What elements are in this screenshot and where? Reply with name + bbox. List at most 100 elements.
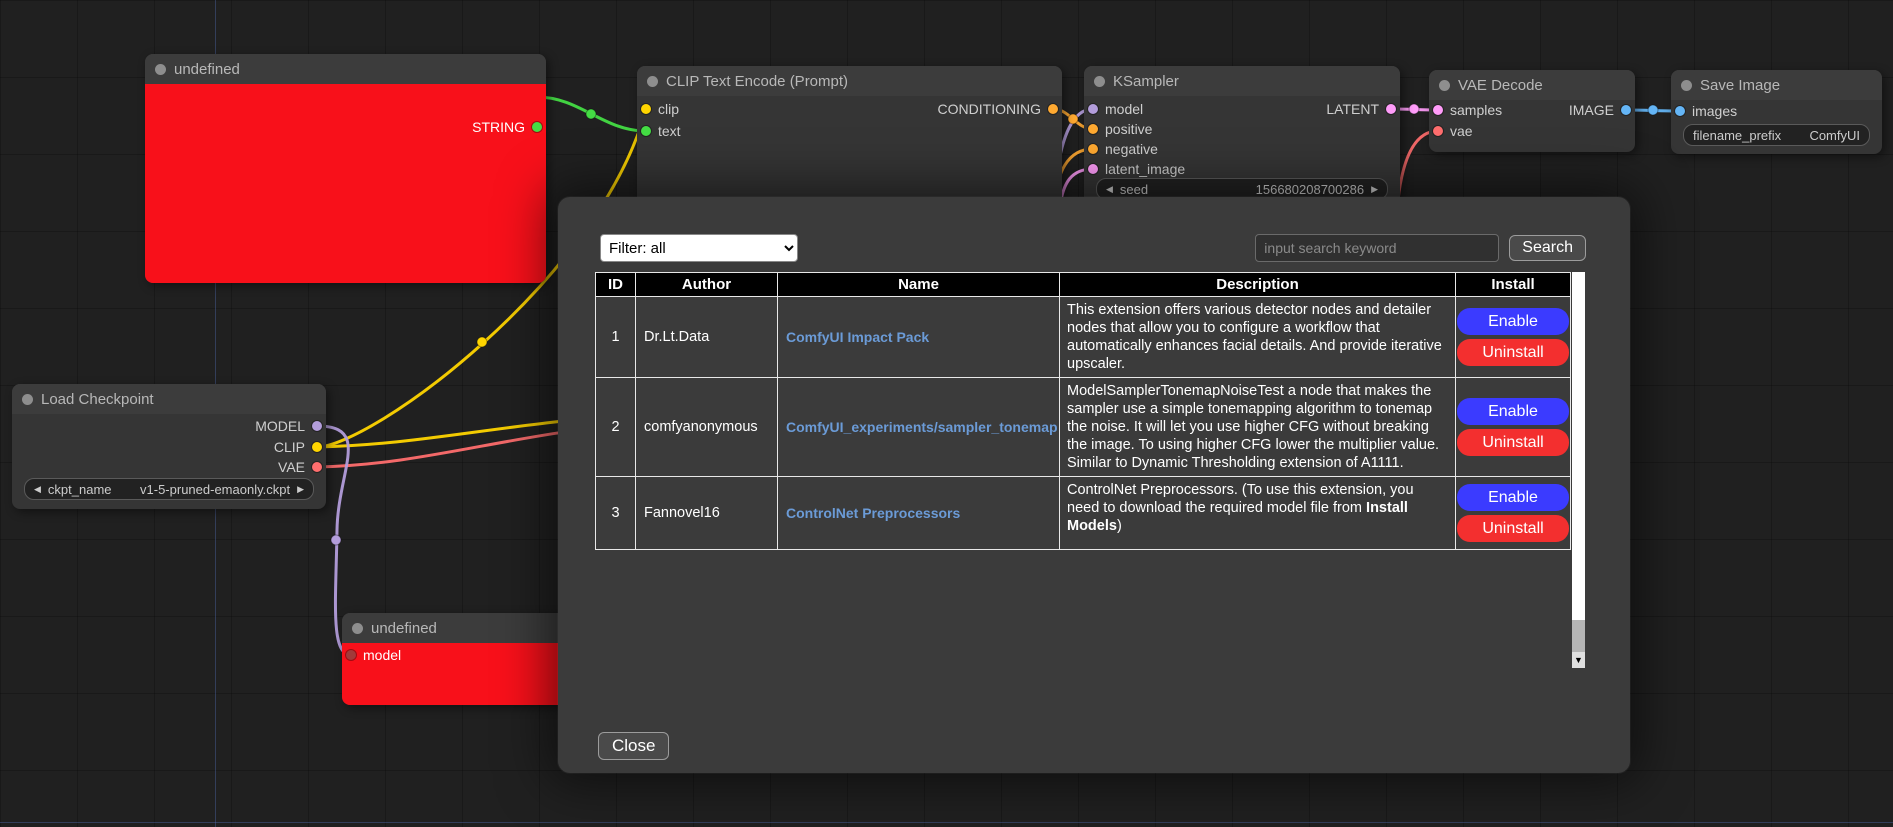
manager-dialog: Filter: all Search IDAuthorNameDescripti… <box>558 197 1630 773</box>
cell-description: ControlNet Preprocessors. (To use this e… <box>1060 477 1456 550</box>
node-title-bar[interactable]: Save Image <box>1671 70 1882 100</box>
cell-description: ModelSamplerTonemapNoiseTest a node that… <box>1060 378 1456 477</box>
cell-description: This extension offers various detector n… <box>1060 297 1456 378</box>
cell-name: ComfyUI_experiments/sampler_tonemap <box>778 378 1060 477</box>
collapse-dot-icon[interactable] <box>155 64 166 75</box>
collapse-dot-icon[interactable] <box>1094 76 1105 87</box>
collapse-dot-icon[interactable] <box>647 76 658 87</box>
scrollbar-thumb[interactable] <box>1572 272 1585 620</box>
uninstall-button[interactable]: Uninstall <box>1457 429 1569 456</box>
node-undefined-top[interactable]: undefined STRING <box>145 54 546 283</box>
extension-list-scroll[interactable]: IDAuthorNameDescriptionInstall 1Dr.Lt.Da… <box>595 272 1585 668</box>
cell-author: comfyanonymous <box>636 378 778 477</box>
output-dot-model[interactable] <box>312 421 322 431</box>
collapse-dot-icon[interactable] <box>352 623 363 634</box>
scrollbar[interactable]: ▼ <box>1572 272 1585 668</box>
scroll-down-arrow-icon[interactable]: ▼ <box>1572 652 1585 668</box>
filter-select[interactable]: Filter: all <box>600 234 798 262</box>
link-dot-clip[interactable] <box>477 337 487 347</box>
node-title-bar[interactable]: KSampler <box>1084 66 1400 96</box>
prev-arrow-icon[interactable]: ◀ <box>34 479 41 499</box>
input-label-model: model <box>363 647 401 663</box>
collapse-dot-icon[interactable] <box>1681 80 1692 91</box>
search-button[interactable]: Search <box>1509 235 1586 261</box>
link-dot-image[interactable] <box>1648 105 1658 115</box>
output-dot-string[interactable] <box>532 122 542 132</box>
node-title: VAE Decode <box>1458 77 1543 94</box>
node-title: Load Checkpoint <box>41 391 154 408</box>
input-dot-text[interactable] <box>641 126 651 136</box>
input-label-negative: negative <box>1105 141 1158 157</box>
node-title: Save Image <box>1700 77 1780 94</box>
cell-install: Enable Uninstall <box>1456 477 1571 550</box>
output-dot-conditioning[interactable] <box>1048 104 1058 114</box>
extension-table: IDAuthorNameDescriptionInstall 1Dr.Lt.Da… <box>595 272 1571 550</box>
column-header: Name <box>778 273 1060 297</box>
node-load-checkpoint[interactable]: Load Checkpoint MODEL CLIP VAE ◀ ckpt_na… <box>12 384 326 509</box>
decrement-arrow-icon[interactable]: ◀ <box>1106 179 1113 199</box>
extension-table-body: 1Dr.Lt.DataComfyUI Impact PackThis exten… <box>596 297 1571 550</box>
input-dot-positive[interactable] <box>1088 124 1098 134</box>
node-title-bar[interactable]: undefined <box>145 54 546 84</box>
enable-button[interactable]: Enable <box>1457 484 1569 511</box>
enable-button[interactable]: Enable <box>1457 308 1569 335</box>
extension-link[interactable]: ControlNet Preprocessors <box>786 505 960 521</box>
ckpt-name-widget[interactable]: ◀ ckpt_name v1-5-pruned-emaonly.ckpt ▶ <box>24 478 314 500</box>
output-label-latent: LATENT <box>1326 101 1379 117</box>
input-dot-images[interactable] <box>1675 106 1685 116</box>
search-input[interactable] <box>1255 234 1499 262</box>
output-label-string: STRING <box>472 119 525 135</box>
output-dot-clip[interactable] <box>312 442 322 452</box>
cell-author: Fannovel16 <box>636 477 778 550</box>
link-dot-latent[interactable] <box>1409 104 1419 114</box>
node-title-bar[interactable]: CLIP Text Encode (Prompt) <box>637 66 1062 96</box>
close-button[interactable]: Close <box>598 732 669 760</box>
cell-install: Enable Uninstall <box>1456 378 1571 477</box>
collapse-dot-icon[interactable] <box>22 394 33 405</box>
column-header: Description <box>1060 273 1456 297</box>
extension-link[interactable]: ComfyUI Impact Pack <box>786 329 929 345</box>
node-save-image[interactable]: Save Image images filename_prefix ComfyU… <box>1671 70 1882 154</box>
output-dot-image[interactable] <box>1621 105 1631 115</box>
extension-row: 2comfyanonymous ComfyUI_experiments/sampl… <box>596 378 1571 477</box>
input-dot-negative[interactable] <box>1088 144 1098 154</box>
node-title-bar[interactable]: Load Checkpoint <box>12 384 326 414</box>
enable-button[interactable]: Enable <box>1457 398 1569 425</box>
input-label-images: images <box>1692 103 1737 119</box>
increment-arrow-icon[interactable]: ▶ <box>1371 179 1378 199</box>
node-title: undefined <box>371 620 437 637</box>
input-label-vae: vae <box>1450 123 1473 139</box>
output-dot-latent[interactable] <box>1386 104 1396 114</box>
ckpt-name-label: ckpt_name <box>48 482 112 497</box>
cell-author: Dr.Lt.Data <box>636 297 778 378</box>
next-arrow-icon[interactable]: ▶ <box>297 479 304 499</box>
node-ksampler[interactable]: KSampler model positive negative latent_… <box>1084 66 1400 212</box>
link-dot-model[interactable] <box>331 535 341 545</box>
extension-row: 1Dr.Lt.DataComfyUI Impact PackThis exten… <box>596 297 1571 378</box>
output-dot-vae[interactable] <box>312 462 322 472</box>
cell-id: 2 <box>596 378 636 477</box>
collapse-dot-icon[interactable] <box>1439 80 1450 91</box>
input-dot-vae[interactable] <box>1433 126 1443 136</box>
cell-install: Enable Uninstall <box>1456 297 1571 378</box>
input-label-text: text <box>658 123 681 139</box>
table-header-row: IDAuthorNameDescriptionInstall <box>596 273 1571 297</box>
output-label-vae: VAE <box>278 459 305 475</box>
uninstall-button[interactable]: Uninstall <box>1457 339 1569 366</box>
input-label-latent-image: latent_image <box>1105 161 1185 177</box>
uninstall-button[interactable]: Uninstall <box>1457 515 1569 542</box>
column-header: ID <box>596 273 636 297</box>
node-title-bar[interactable]: VAE Decode <box>1429 70 1635 100</box>
link-dot-string[interactable] <box>586 109 596 119</box>
cell-id: 3 <box>596 477 636 550</box>
input-dot-latent-image[interactable] <box>1088 164 1098 174</box>
cell-name: ComfyUI Impact Pack <box>778 297 1060 378</box>
link-dot-conditioning[interactable] <box>1068 114 1078 124</box>
extension-link[interactable]: ComfyUI_experiments/sampler_tonemap <box>786 419 1058 435</box>
filename-prefix-widget[interactable]: filename_prefix ComfyUI <box>1683 124 1870 146</box>
filename-prefix-label: filename_prefix <box>1693 128 1781 143</box>
error-node-body <box>145 84 546 283</box>
node-vae-decode[interactable]: VAE Decode samples vae IMAGE <box>1429 70 1635 152</box>
node-title: CLIP Text Encode (Prompt) <box>666 73 848 90</box>
input-dot-model[interactable] <box>346 650 356 660</box>
